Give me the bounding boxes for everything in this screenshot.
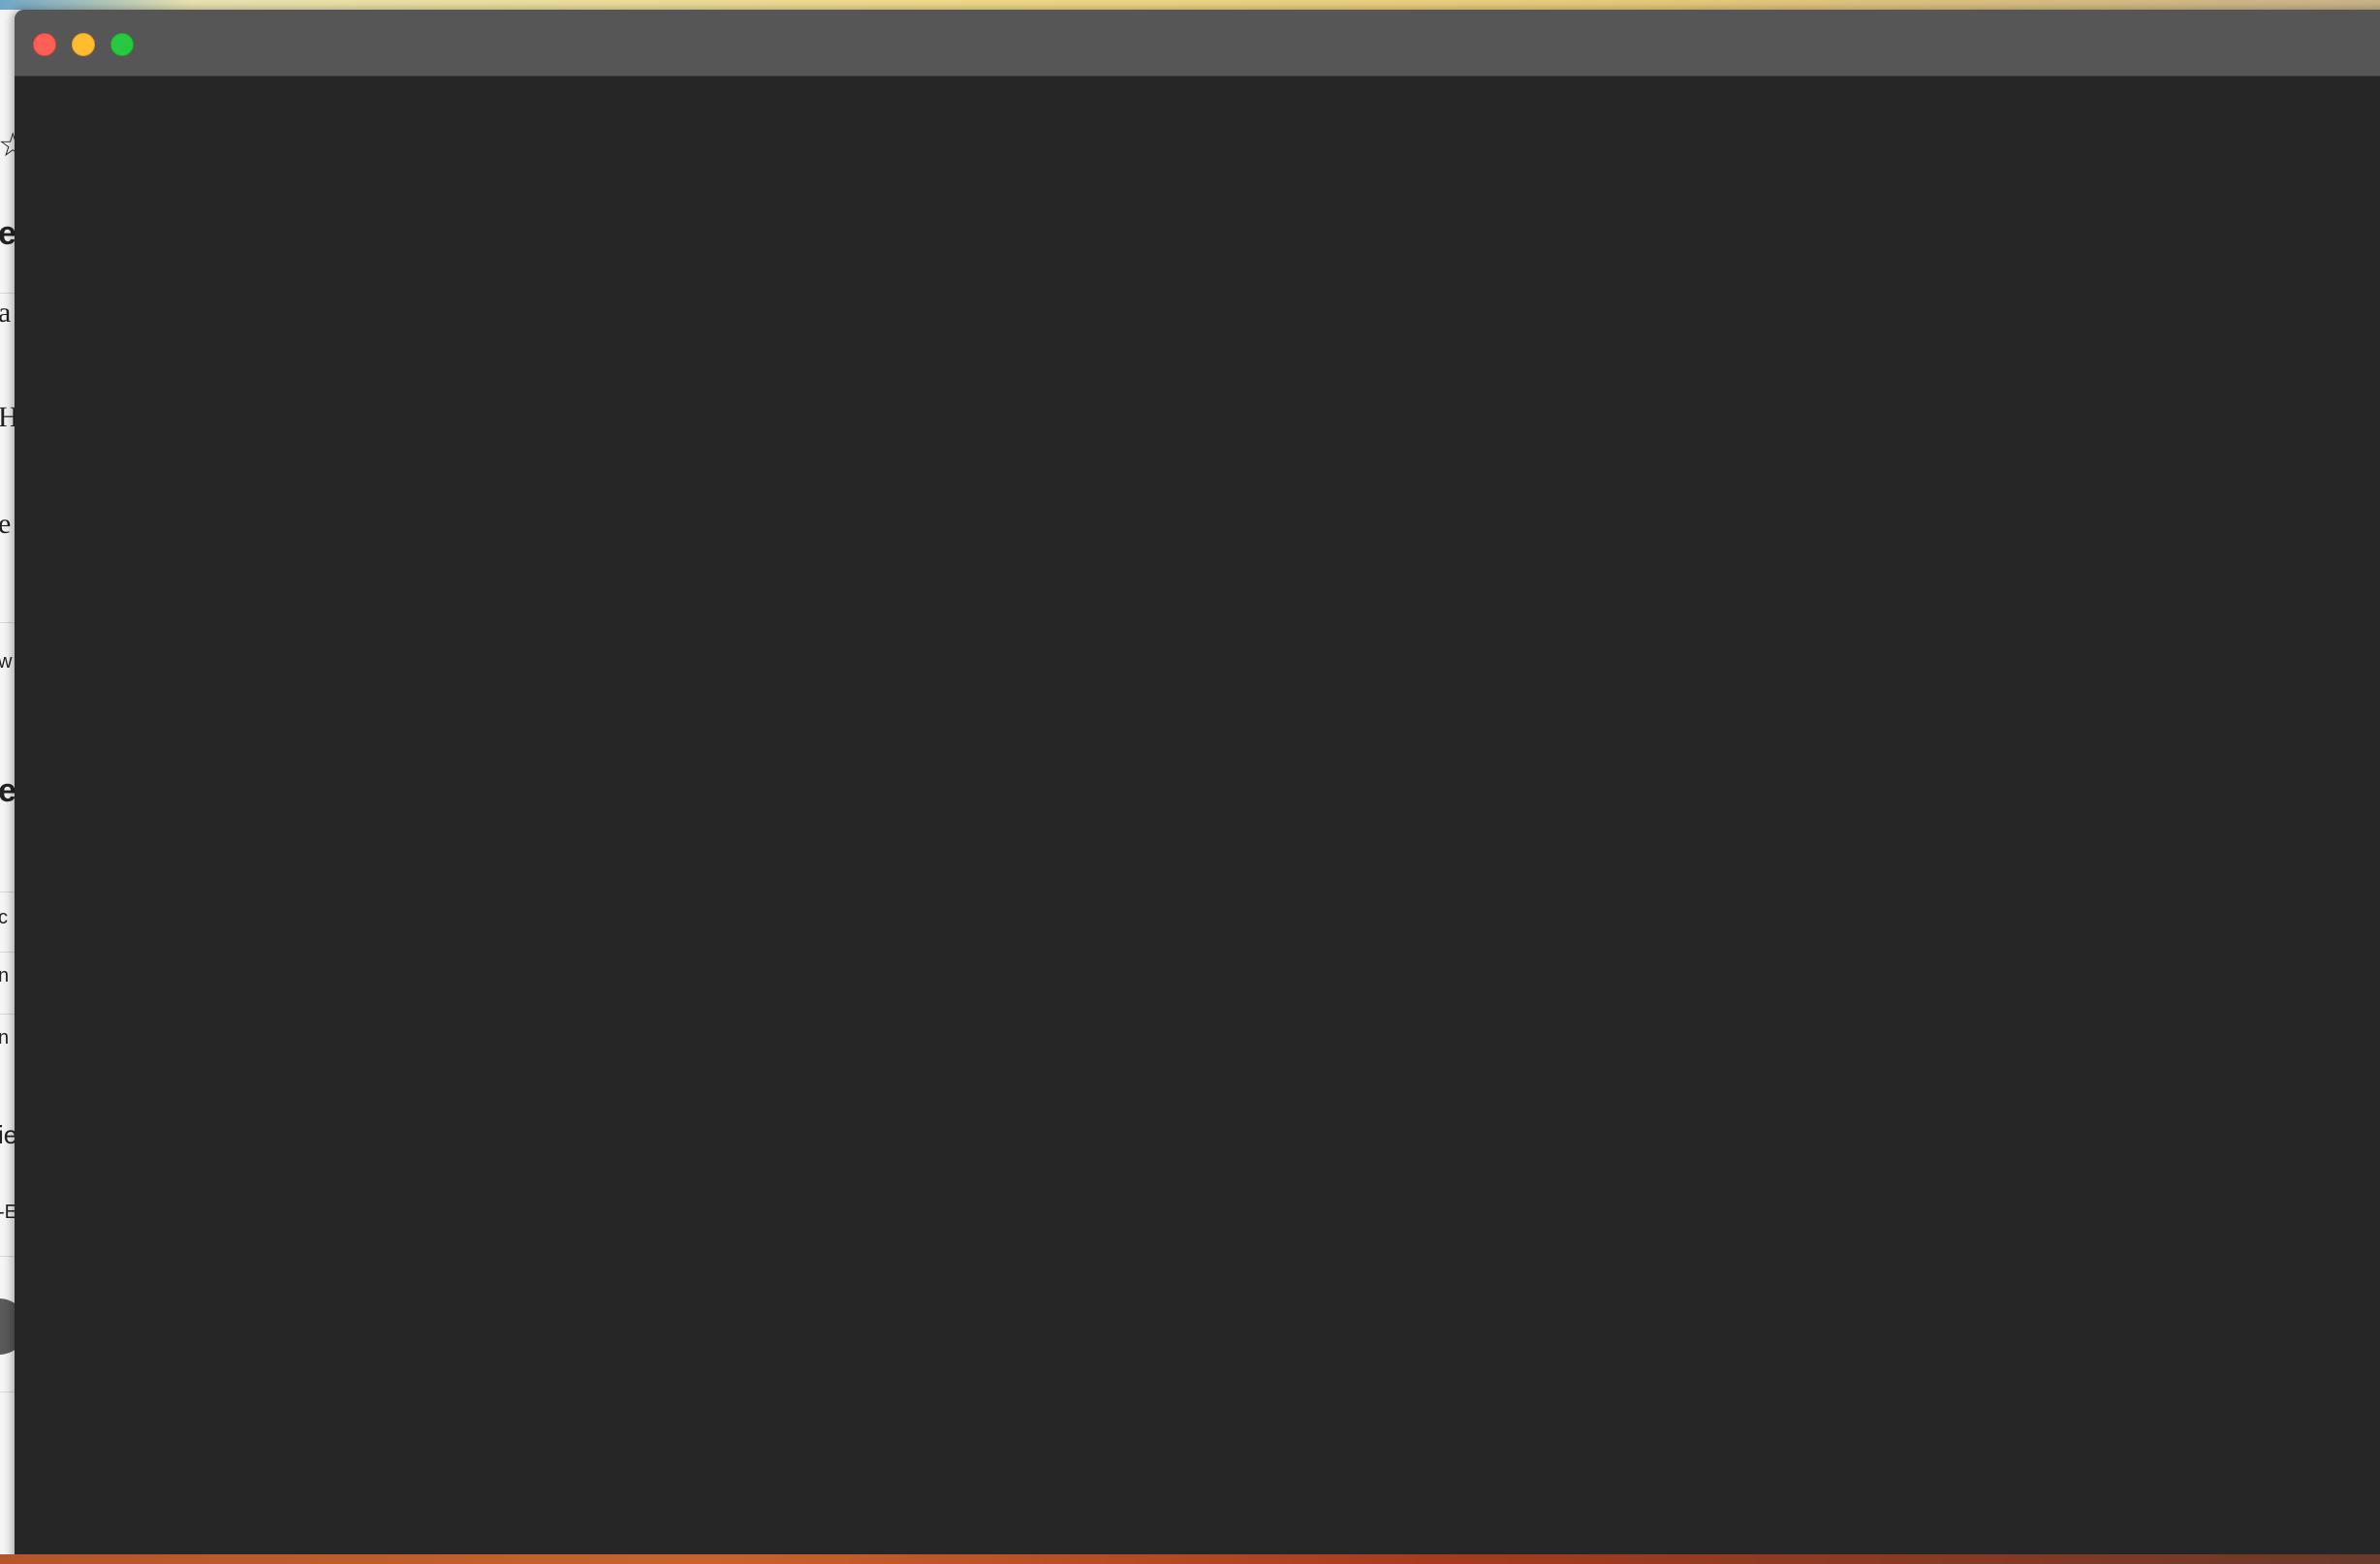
desktop: ☆ e a H e w e c n n ie -E: [0, 0, 2380, 1564]
window-title-bar[interactable]: [15, 10, 2380, 77]
window-content-area: [15, 77, 2380, 1560]
background-list-item[interactable]: n: [0, 965, 9, 987]
zoom-button[interactable]: [110, 33, 134, 56]
background-text-line: a: [0, 297, 11, 329]
background-list-item[interactable]: n: [0, 1027, 9, 1049]
background-text-line: w: [0, 651, 12, 673]
main-window[interactable]: [15, 10, 2380, 1560]
background-text-line: e: [0, 508, 11, 541]
close-button[interactable]: [33, 33, 56, 56]
minimize-button[interactable]: [72, 33, 95, 56]
desktop-wallpaper-bottom: [0, 1554, 2380, 1564]
background-list-item[interactable]: c: [0, 907, 8, 929]
